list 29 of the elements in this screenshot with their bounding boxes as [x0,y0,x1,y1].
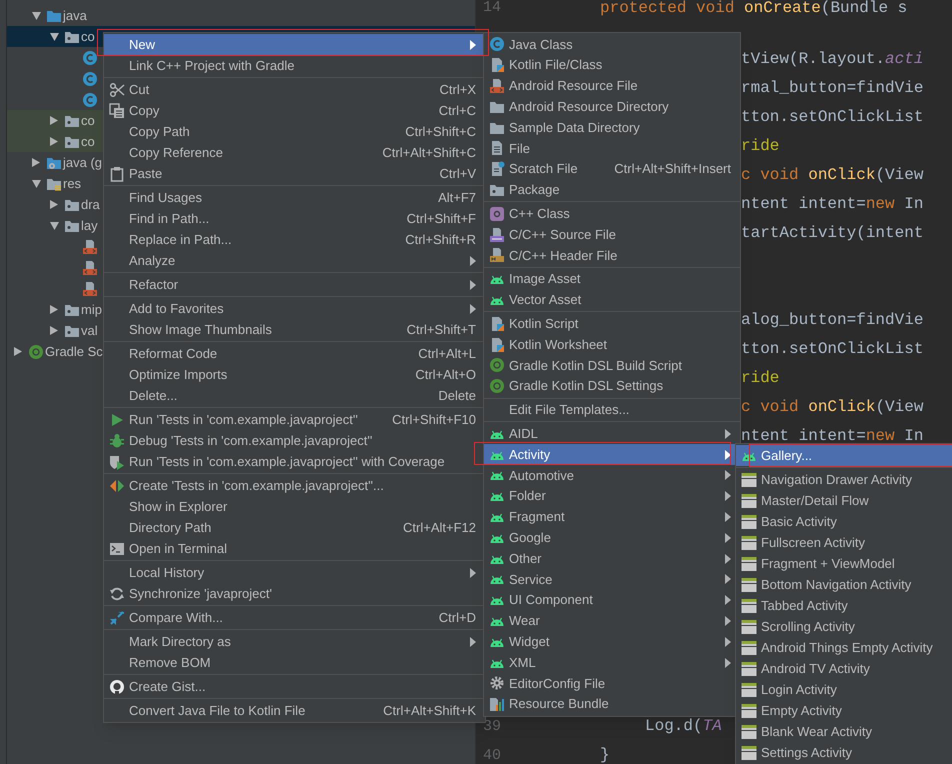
tree-label: dra [81,196,100,214]
code-line: ride [741,138,780,154]
code-line: } [600,747,610,763]
tree-label: res [63,174,82,193]
code-line: protected void onCreate(Bundle s [600,0,908,16]
code-line: c void onClick(View [741,399,924,415]
line-number: 14 [482,0,501,15]
line-number: 40 [482,748,501,762]
tree-label: lay [81,216,98,235]
tree-label: val [81,322,98,340]
code-line: ntent intent=new In [741,196,924,212]
code-line: alog_button=findVie [741,312,924,328]
code-line: c void onClick(View [741,167,924,183]
tree-label: Gradle Sc [45,342,103,361]
line-number: 39 [482,718,501,734]
code-line: Log.d(TA [645,718,722,734]
tree-label: co [81,112,95,130]
code-line: ride [741,370,780,386]
code-line: tView(R.layout.acti [741,51,924,67]
tree-label: mip [81,300,102,319]
code-line: tartActivity(intent [741,225,924,241]
tree-label: java (g [63,154,102,172]
tree-label: co [81,28,95,46]
tree-label: co [81,132,95,151]
code-line: rmal_button=findVie [741,80,924,96]
tree-label: java [63,6,87,25]
code-line: ntent intent=new In [741,428,924,444]
code-line: tton.setOnClickList [741,341,924,357]
code-line: tton.setOnClickList [741,109,924,125]
